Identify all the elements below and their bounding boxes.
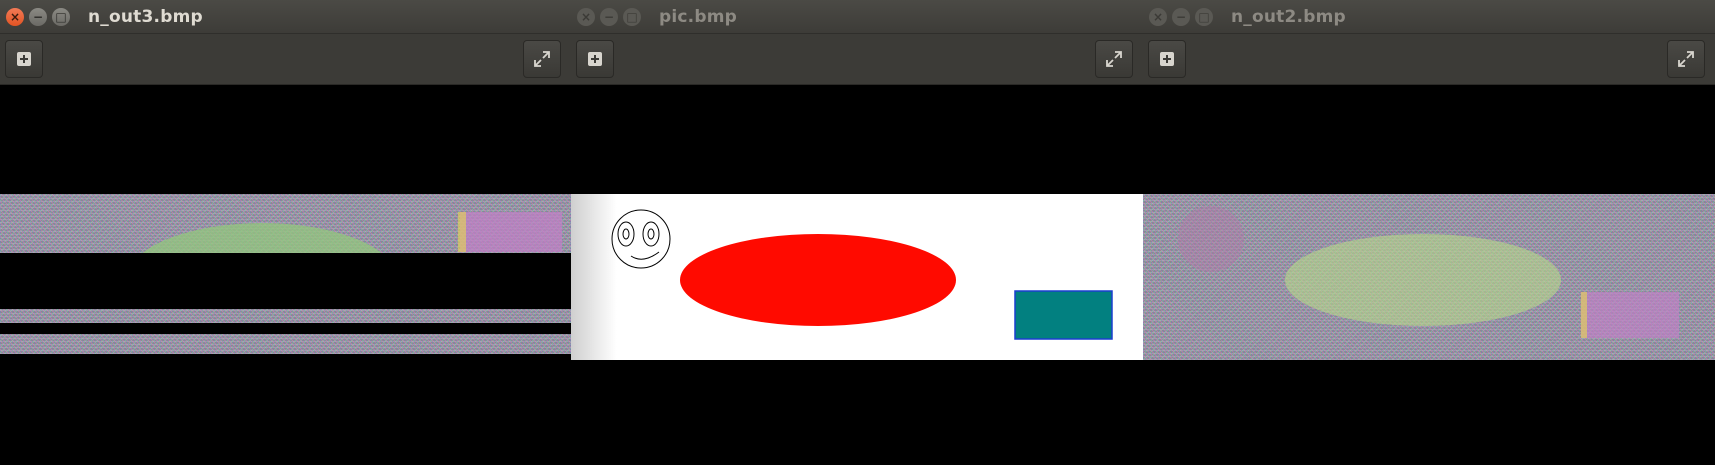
window-controls: × − □ (6, 7, 70, 26)
toolbar (0, 34, 571, 85)
black-band (0, 253, 571, 309)
toolbar (571, 34, 1143, 85)
noise-ellipse (1285, 234, 1561, 326)
close-icon[interactable]: × (1149, 7, 1167, 26)
scrambled-shapes (1178, 206, 1679, 338)
image-viewer-window-n-out3: × − □ n_out3.bmp (0, 0, 571, 465)
toolbar (1143, 34, 1715, 85)
image-canvas (0, 85, 571, 465)
fullscreen-icon[interactable] (1667, 40, 1705, 78)
scrambled-image (0, 194, 571, 360)
window-title: pic.bmp (659, 6, 737, 27)
close-icon[interactable]: × (6, 7, 24, 26)
titlebar[interactable]: × − □ pic.bmp (571, 0, 1143, 34)
window-controls: × − □ (577, 7, 641, 26)
teal-rectangle (1014, 290, 1113, 340)
fullscreen-icon[interactable] (1095, 40, 1133, 78)
plus-square-icon[interactable] (576, 40, 614, 78)
noise-rectangle (1581, 292, 1679, 338)
titlebar[interactable]: × − □ n_out2.bmp (1143, 0, 1715, 34)
close-icon[interactable]: × (577, 7, 595, 26)
black-band (0, 323, 571, 334)
plus-square-icon[interactable] (1148, 40, 1186, 78)
window-title: n_out2.bmp (1231, 6, 1346, 27)
titlebar[interactable]: × − □ n_out3.bmp (0, 0, 571, 34)
noise-circle (1178, 206, 1244, 272)
window-controls: × − □ (1149, 7, 1213, 26)
minimize-icon[interactable]: − (600, 7, 618, 26)
window-title: n_out3.bmp (88, 6, 203, 27)
minimize-icon[interactable]: − (1172, 7, 1190, 26)
maximize-icon[interactable]: □ (1195, 7, 1213, 26)
red-ellipse (680, 234, 956, 326)
maximize-icon[interactable]: □ (623, 7, 641, 26)
image-viewer-window-n-out2: × − □ n_out2.bmp (1143, 0, 1715, 465)
fullscreen-icon[interactable] (523, 40, 561, 78)
image-canvas (571, 85, 1143, 465)
image-viewer-window-pic: × − □ pic.bmp (571, 0, 1143, 465)
plus-square-icon[interactable] (5, 40, 43, 78)
noise-band-bottom (0, 334, 571, 354)
ellipse-fragment (142, 212, 562, 253)
noise-rectangle-edge (1581, 292, 1587, 338)
picture (571, 194, 1143, 360)
image-canvas (1143, 85, 1715, 465)
noise-band-middle (0, 309, 571, 323)
minimize-icon[interactable]: − (29, 7, 47, 26)
maximize-icon[interactable]: □ (52, 7, 70, 26)
